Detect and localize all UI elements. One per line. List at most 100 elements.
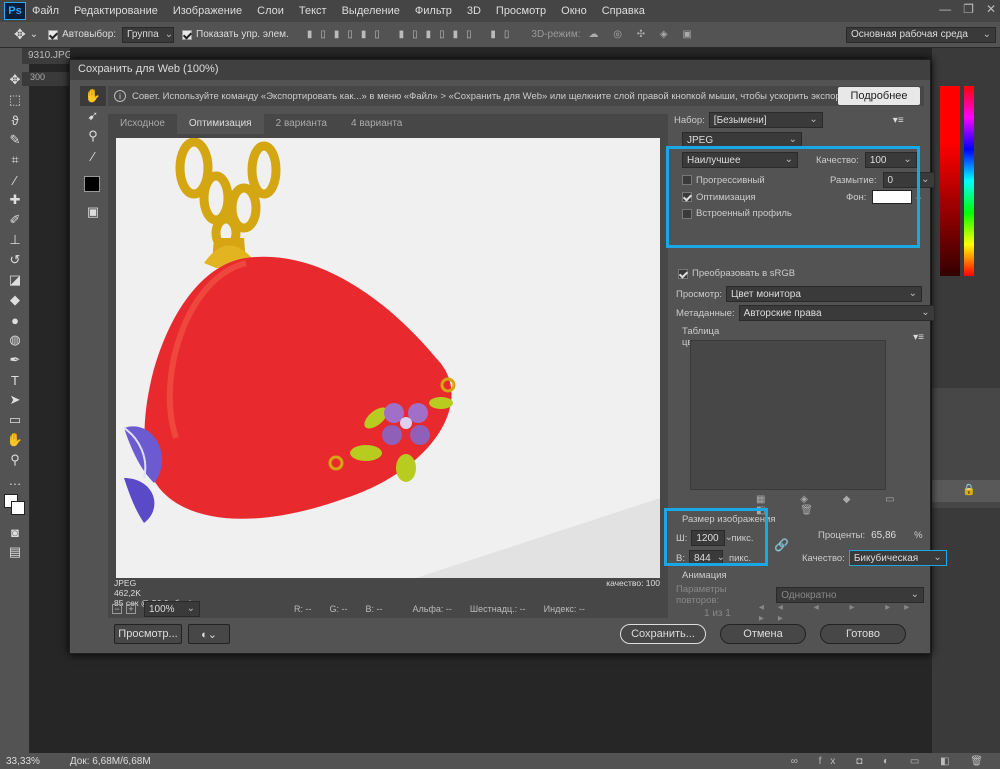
animation-label: Анимация xyxy=(682,570,727,581)
dodge-tool-icon[interactable]: ◍ xyxy=(2,330,28,350)
resample-dropdown[interactable]: Бикубическая xyxy=(848,550,947,566)
zoom-dropdown[interactable]: 100% xyxy=(144,601,200,617)
menu-text[interactable]: Текст xyxy=(299,5,327,17)
shape-tool-icon[interactable]: ▭ xyxy=(2,410,28,430)
align-icons[interactable]: ▮▯▮▯▮▯ ▮▯▮▯▮▯ ▮▯ xyxy=(307,29,518,40)
screen-mode-icon[interactable]: ▤ xyxy=(2,542,28,562)
color-table[interactable] xyxy=(690,340,886,490)
eyedropper-icon[interactable]: ⁄ xyxy=(80,146,106,166)
preview-dropdown[interactable]: Цвет монитора xyxy=(726,286,923,302)
history-brush-icon[interactable]: ↺ xyxy=(2,250,28,270)
menu-select[interactable]: Выделение xyxy=(342,5,400,17)
resample-label: Качество: xyxy=(802,552,845,564)
image-size-highlight-box xyxy=(664,508,768,566)
link-icon[interactable]: 🔗 xyxy=(774,538,789,552)
layer-actions[interactable]: ∞ fx ◘ ◐ ▭ ◧ 🗑 xyxy=(791,756,992,767)
pen-tool-icon[interactable]: ✒ xyxy=(2,350,28,370)
menu-filter[interactable]: Фильтр xyxy=(415,5,452,17)
save-button[interactable]: Сохранить... xyxy=(620,624,706,644)
zoom-out-button[interactable]: − xyxy=(112,604,122,614)
color-swatches[interactable] xyxy=(0,492,29,522)
close-icon[interactable]: ✕ xyxy=(986,2,996,16)
paint-bucket-icon[interactable]: ◆ xyxy=(2,290,28,310)
readout-r: R: -- xyxy=(294,604,312,614)
preset-menu-icon[interactable]: ▾≡ xyxy=(893,115,904,126)
zoom-tool-icon[interactable]: ⚲ xyxy=(2,450,28,470)
convert-srgb-checkbox[interactable] xyxy=(678,268,688,279)
restore-icon[interactable]: ❐ xyxy=(963,2,974,16)
brush-tool-icon[interactable]: ✐ xyxy=(2,210,28,230)
color-table-menu-icon[interactable]: ▾≡ xyxy=(913,332,924,343)
hand-tool-icon[interactable]: ✋ xyxy=(80,86,106,106)
menu-image[interactable]: Изображение xyxy=(173,5,242,17)
quick-mask-icon[interactable]: ◙ xyxy=(2,522,28,542)
menu-3d[interactable]: 3D xyxy=(467,5,481,17)
menu-help[interactable]: Справка xyxy=(602,5,645,17)
color-table-actions[interactable]: ▦ ◈ ◆ ▭ ◧ 🗑 xyxy=(756,494,924,516)
preview-area: JPEG 462,2K 85 сек @ 56,6 кбит/с качеств… xyxy=(108,134,668,618)
stamp-tool-icon[interactable]: ⊥ xyxy=(2,230,28,250)
crop-tool-icon[interactable]: ⌗ xyxy=(2,150,28,170)
healing-brush-icon[interactable]: ✚ xyxy=(2,190,28,210)
toggle-slices-icon[interactable]: ▣ xyxy=(80,202,106,222)
minimize-icon[interactable]: — xyxy=(939,2,951,16)
slice-select-icon[interactable]: ➹ xyxy=(80,106,106,126)
menu-edit[interactable]: Редактирование xyxy=(74,5,158,17)
color-spectrum[interactable] xyxy=(940,86,960,276)
lasso-tool-icon[interactable]: ϑ xyxy=(2,110,28,130)
image-preview[interactable] xyxy=(116,138,660,578)
preview-button[interactable]: Просмотр... xyxy=(114,624,182,644)
tab-2-up[interactable]: 2 варианта xyxy=(264,114,339,134)
animation-controls[interactable]: ◂◂ ◂ ▸ ▸▸ ▸▸ xyxy=(759,602,924,624)
workspace-dropdown[interactable]: Основная рабочая среда xyxy=(846,26,996,43)
image-file-size: 462,2K xyxy=(114,588,141,598)
menu-view[interactable]: Просмотр xyxy=(496,5,546,17)
more-info-button[interactable]: Подробнее xyxy=(838,87,920,105)
preview-label: Просмотр: xyxy=(676,288,723,300)
device-preview-button[interactable]: ◐⌄ xyxy=(188,624,230,644)
tab-original[interactable]: Исходное xyxy=(108,114,177,134)
3d-mode-icons[interactable]: ☁ ◎ ✣ ◈ ▣ xyxy=(588,29,697,40)
show-transform-checkbox[interactable] xyxy=(182,29,193,40)
dialog-title: Сохранить для Web (100%) xyxy=(70,60,930,80)
tab-4-up[interactable]: 4 варианта xyxy=(339,114,414,134)
autoselect-checkbox[interactable] xyxy=(48,29,59,40)
eyedropper-icon[interactable]: ⁄ xyxy=(2,170,28,190)
type-tool-icon[interactable]: T xyxy=(2,370,28,390)
eyedropper-color-swatch[interactable] xyxy=(84,176,100,192)
tools-panel: ✥ ⬚ ϑ ✎ ⌗ ⁄ ✚ ✐ ⊥ ↺ ◪ ◆ ● ◍ ✒ T ➤ ▭ ✋ ⚲ … xyxy=(0,48,30,753)
chevron-down-icon[interactable]: ⌄ xyxy=(30,29,38,40)
readout-hex: Шестнадц.: -- xyxy=(469,604,526,614)
eraser-tool-icon[interactable]: ◪ xyxy=(2,270,28,290)
move-tool-icon[interactable]: ✥ xyxy=(14,26,26,43)
tip-bar: i Совет. Используйте команду «Экспортиро… xyxy=(108,86,924,106)
metadata-dropdown[interactable]: Авторские права xyxy=(738,305,935,321)
menu-window[interactable]: Окно xyxy=(561,5,587,17)
cancel-button[interactable]: Отмена xyxy=(720,624,806,644)
menu-file[interactable]: Файл xyxy=(32,5,59,17)
loop-dropdown[interactable]: Однократно xyxy=(776,587,924,603)
blur-tool-icon[interactable]: ● xyxy=(2,310,28,330)
preset-dropdown[interactable]: [Безымени] xyxy=(708,112,823,128)
hand-tool-icon[interactable]: ✋ xyxy=(2,430,28,450)
hue-slider[interactable] xyxy=(964,86,974,276)
autoselect-dropdown[interactable]: Группа xyxy=(122,26,175,43)
percent-value[interactable]: 65,86 xyxy=(871,530,896,541)
readout-index: Индекс: -- xyxy=(543,604,585,614)
ruler: 300 xyxy=(22,72,70,86)
document-tab[interactable]: 9310.JPG xyxy=(22,48,70,64)
menu-layers[interactable]: Слои xyxy=(257,5,284,17)
quick-select-icon[interactable]: ✎ xyxy=(2,130,28,150)
zoom-tool-icon[interactable]: ⚲ xyxy=(80,126,106,146)
tab-optimized[interactable]: Оптимизация xyxy=(176,114,264,134)
done-button[interactable]: Готово xyxy=(820,624,906,644)
percent-label: Проценты: xyxy=(818,530,866,541)
photoshop-logo: Ps xyxy=(4,2,26,20)
marquee-tool-icon[interactable]: ⬚ xyxy=(2,90,28,110)
layer-row[interactable]: 🔒 xyxy=(932,480,1000,502)
autoselect-label: Автовыбор: xyxy=(62,29,117,40)
zoom-in-button[interactable]: + xyxy=(126,604,136,614)
path-select-icon[interactable]: ➤ xyxy=(2,390,28,410)
metadata-label: Метаданные: xyxy=(676,307,735,319)
more-tools-icon[interactable]: … xyxy=(2,470,28,490)
